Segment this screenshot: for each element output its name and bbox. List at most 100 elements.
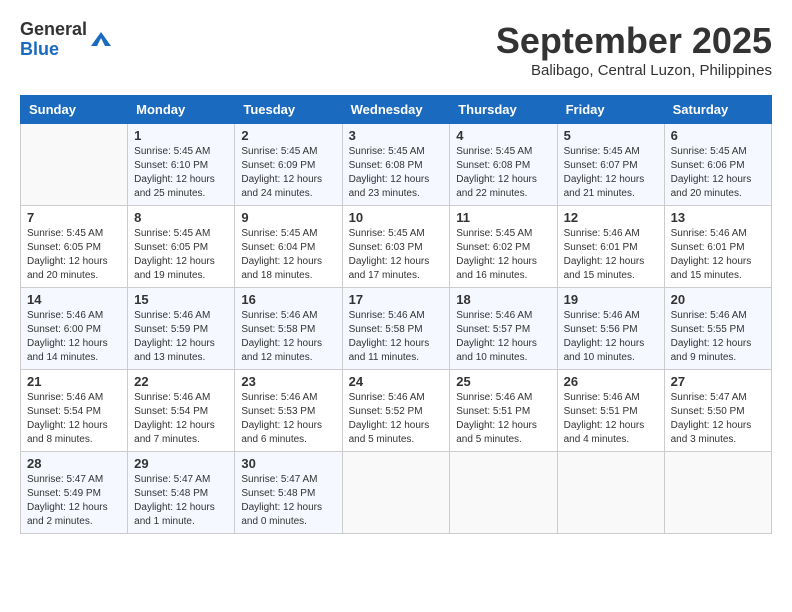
- day-info: Sunrise: 5:45 AM Sunset: 6:03 PM Dayligh…: [349, 227, 444, 283]
- day-number: 30: [241, 456, 335, 471]
- logo: General Blue: [20, 20, 113, 60]
- day-info: Sunrise: 5:46 AM Sunset: 5:54 PM Dayligh…: [134, 391, 228, 447]
- calendar-week-row: 14 Sunrise: 5:46 AM Sunset: 6:00 PM Dayli…: [21, 288, 772, 370]
- calendar-cell: 11 Sunrise: 5:45 AM Sunset: 6:02 PM Dayli…: [450, 206, 557, 288]
- day-info: Sunrise: 5:45 AM Sunset: 6:09 PM Dayligh…: [241, 145, 335, 201]
- day-number: 25: [456, 374, 550, 389]
- weekday-header-friday: Friday: [557, 96, 664, 124]
- day-info: Sunrise: 5:46 AM Sunset: 5:57 PM Dayligh…: [456, 309, 550, 365]
- day-number: 18: [456, 292, 550, 307]
- calendar-week-row: 7 Sunrise: 5:45 AM Sunset: 6:05 PM Daylig…: [21, 206, 772, 288]
- day-info: Sunrise: 5:46 AM Sunset: 6:01 PM Dayligh…: [564, 227, 658, 283]
- day-number: 22: [134, 374, 228, 389]
- weekday-header-thursday: Thursday: [450, 96, 557, 124]
- calendar-cell: 3 Sunrise: 5:45 AM Sunset: 6:08 PM Daylig…: [342, 124, 450, 206]
- day-info: Sunrise: 5:45 AM Sunset: 6:08 PM Dayligh…: [456, 145, 550, 201]
- day-info: Sunrise: 5:47 AM Sunset: 5:50 PM Dayligh…: [671, 391, 765, 447]
- day-number: 10: [349, 210, 444, 225]
- day-info: Sunrise: 5:45 AM Sunset: 6:07 PM Dayligh…: [564, 145, 658, 201]
- day-info: Sunrise: 5:46 AM Sunset: 6:01 PM Dayligh…: [671, 227, 765, 283]
- calendar-cell: [342, 452, 450, 534]
- title-area: September 2025 Balibago, Central Luzon, …: [496, 20, 772, 79]
- day-info: Sunrise: 5:45 AM Sunset: 6:02 PM Dayligh…: [456, 227, 550, 283]
- day-number: 7: [27, 210, 121, 225]
- day-number: 28: [27, 456, 121, 471]
- weekday-header-row: SundayMondayTuesdayWednesdayThursdayFrid…: [21, 96, 772, 124]
- day-number: 12: [564, 210, 658, 225]
- calendar-cell: 16 Sunrise: 5:46 AM Sunset: 5:58 PM Dayli…: [235, 288, 342, 370]
- calendar-cell: 25Sunrise: 5:46 AM Sunset: 5:51 PM Dayli…: [450, 370, 557, 452]
- day-number: 4: [456, 128, 550, 143]
- day-number: 24: [349, 374, 444, 389]
- day-info: Sunrise: 5:46 AM Sunset: 5:56 PM Dayligh…: [564, 309, 658, 365]
- day-info: Sunrise: 5:45 AM Sunset: 6:08 PM Dayligh…: [349, 145, 444, 201]
- calendar-cell: 21 Sunrise: 5:46 AM Sunset: 5:54 PM Dayli…: [21, 370, 128, 452]
- day-number: 19: [564, 292, 658, 307]
- day-info: Sunrise: 5:46 AM Sunset: 6:00 PM Dayligh…: [27, 309, 121, 365]
- day-number: 16: [241, 292, 335, 307]
- day-info: Sunrise: 5:47 AM Sunset: 5:48 PM Dayligh…: [134, 473, 228, 529]
- day-info: Sunrise: 5:46 AM Sunset: 5:58 PM Dayligh…: [241, 309, 335, 365]
- calendar-cell: 20Sunrise: 5:46 AM Sunset: 5:55 PM Dayli…: [664, 288, 771, 370]
- logo-icon: [89, 28, 113, 52]
- location-subtitle: Balibago, Central Luzon, Philippines: [496, 62, 772, 79]
- day-number: 8: [134, 210, 228, 225]
- calendar-cell: 10 Sunrise: 5:45 AM Sunset: 6:03 PM Dayli…: [342, 206, 450, 288]
- day-number: 29: [134, 456, 228, 471]
- calendar-cell: 22 Sunrise: 5:46 AM Sunset: 5:54 PM Dayli…: [128, 370, 235, 452]
- calendar-cell: 30 Sunrise: 5:47 AM Sunset: 5:48 PM Dayli…: [235, 452, 342, 534]
- calendar-cell: 12 Sunrise: 5:46 AM Sunset: 6:01 PM Dayli…: [557, 206, 664, 288]
- day-info: Sunrise: 5:47 AM Sunset: 5:48 PM Dayligh…: [241, 473, 335, 529]
- calendar-week-row: 28Sunrise: 5:47 AM Sunset: 5:49 PM Dayli…: [21, 452, 772, 534]
- day-number: 13: [671, 210, 765, 225]
- calendar-table: SundayMondayTuesdayWednesdayThursdayFrid…: [20, 95, 772, 534]
- calendar-cell: 26 Sunrise: 5:46 AM Sunset: 5:51 PM Dayli…: [557, 370, 664, 452]
- day-info: Sunrise: 5:46 AM Sunset: 5:54 PM Dayligh…: [27, 391, 121, 447]
- calendar-cell: 28Sunrise: 5:47 AM Sunset: 5:49 PM Dayli…: [21, 452, 128, 534]
- day-number: 11: [456, 210, 550, 225]
- calendar-cell: 17 Sunrise: 5:46 AM Sunset: 5:58 PM Dayli…: [342, 288, 450, 370]
- calendar-cell: 4 Sunrise: 5:45 AM Sunset: 6:08 PM Daylig…: [450, 124, 557, 206]
- day-number: 2: [241, 128, 335, 143]
- calendar-cell: 2 Sunrise: 5:45 AM Sunset: 6:09 PM Daylig…: [235, 124, 342, 206]
- calendar-week-row: 1Sunrise: 5:45 AM Sunset: 6:10 PM Daylig…: [21, 124, 772, 206]
- day-info: Sunrise: 5:46 AM Sunset: 5:55 PM Dayligh…: [671, 309, 765, 365]
- calendar-cell: 18 Sunrise: 5:46 AM Sunset: 5:57 PM Dayli…: [450, 288, 557, 370]
- calendar-cell: 8 Sunrise: 5:45 AM Sunset: 6:05 PM Daylig…: [128, 206, 235, 288]
- day-info: Sunrise: 5:46 AM Sunset: 5:53 PM Dayligh…: [241, 391, 335, 447]
- weekday-header-wednesday: Wednesday: [342, 96, 450, 124]
- day-info: Sunrise: 5:46 AM Sunset: 5:51 PM Dayligh…: [564, 391, 658, 447]
- day-number: 14: [27, 292, 121, 307]
- day-info: Sunrise: 5:46 AM Sunset: 5:52 PM Dayligh…: [349, 391, 444, 447]
- day-number: 21: [27, 374, 121, 389]
- logo-blue-text: Blue: [20, 40, 87, 60]
- weekday-header-saturday: Saturday: [664, 96, 771, 124]
- calendar-cell: [557, 452, 664, 534]
- day-number: 26: [564, 374, 658, 389]
- calendar-cell: 5 Sunrise: 5:45 AM Sunset: 6:07 PM Daylig…: [557, 124, 664, 206]
- calendar-week-row: 21 Sunrise: 5:46 AM Sunset: 5:54 PM Dayli…: [21, 370, 772, 452]
- day-info: Sunrise: 5:45 AM Sunset: 6:04 PM Dayligh…: [241, 227, 335, 283]
- calendar-cell: [21, 124, 128, 206]
- day-number: 9: [241, 210, 335, 225]
- day-number: 3: [349, 128, 444, 143]
- day-number: 1: [134, 128, 228, 143]
- calendar-cell: 13 Sunrise: 5:46 AM Sunset: 6:01 PM Dayli…: [664, 206, 771, 288]
- day-info: Sunrise: 5:46 AM Sunset: 5:59 PM Dayligh…: [134, 309, 228, 365]
- weekday-header-tuesday: Tuesday: [235, 96, 342, 124]
- day-info: Sunrise: 5:45 AM Sunset: 6:05 PM Dayligh…: [134, 227, 228, 283]
- day-info: Sunrise: 5:46 AM Sunset: 5:58 PM Dayligh…: [349, 309, 444, 365]
- day-number: 23: [241, 374, 335, 389]
- day-info: Sunrise: 5:45 AM Sunset: 6:05 PM Dayligh…: [27, 227, 121, 283]
- calendar-cell: [450, 452, 557, 534]
- calendar-cell: 6 Sunrise: 5:45 AM Sunset: 6:06 PM Daylig…: [664, 124, 771, 206]
- calendar-cell: 27Sunrise: 5:47 AM Sunset: 5:50 PM Dayli…: [664, 370, 771, 452]
- month-title: September 2025: [496, 20, 772, 62]
- calendar-cell: 24 Sunrise: 5:46 AM Sunset: 5:52 PM Dayli…: [342, 370, 450, 452]
- calendar-cell: 14 Sunrise: 5:46 AM Sunset: 6:00 PM Dayli…: [21, 288, 128, 370]
- day-number: 17: [349, 292, 444, 307]
- day-number: 6: [671, 128, 765, 143]
- calendar-cell: 19 Sunrise: 5:46 AM Sunset: 5:56 PM Dayli…: [557, 288, 664, 370]
- day-info: Sunrise: 5:45 AM Sunset: 6:06 PM Dayligh…: [671, 145, 765, 201]
- day-number: 5: [564, 128, 658, 143]
